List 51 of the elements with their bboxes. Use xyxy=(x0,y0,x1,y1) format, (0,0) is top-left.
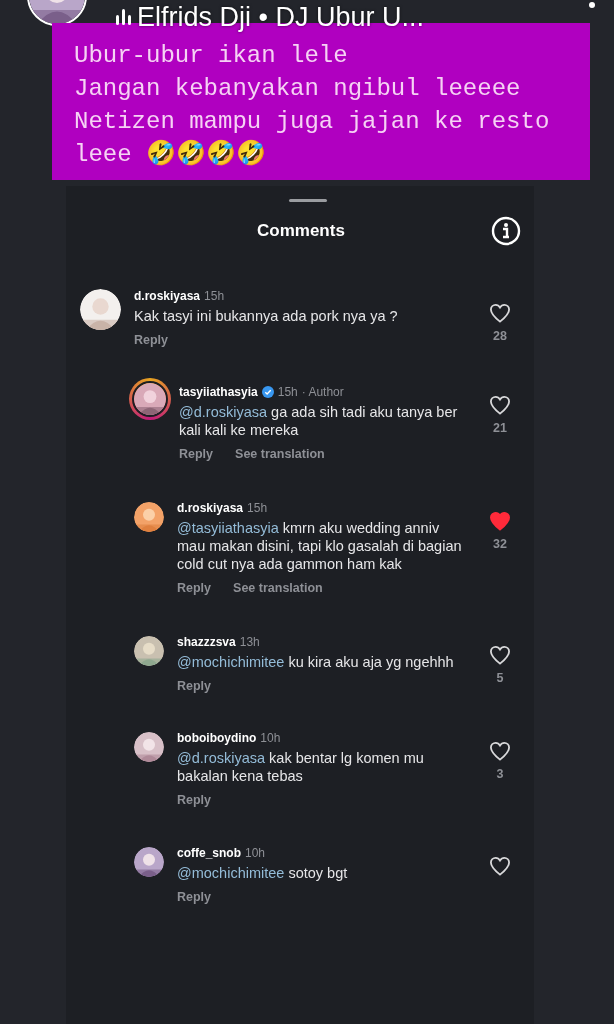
action-link[interactable]: See translation xyxy=(235,446,325,462)
comment-text: @tasyiiathasyia kmrn aku wedding anniv mau makan disini, tapi klo gasalah di bagian cold cut nya ada gammon ham kak xyxy=(177,519,463,573)
mention-link[interactable]: @d.roskiyasa xyxy=(177,750,266,766)
comment-time: 13h xyxy=(239,634,260,650)
mention-link[interactable]: @tasyiiathasyia xyxy=(177,520,279,536)
author-label: · Author xyxy=(301,384,344,400)
comment-time: 15h xyxy=(247,500,268,516)
heart-icon[interactable] xyxy=(489,645,511,665)
username[interactable]: tasyiiathasyia xyxy=(179,384,258,400)
comment-time: 10h xyxy=(260,730,281,746)
username[interactable]: coffe_snob xyxy=(177,845,241,861)
sheet-title: Comments xyxy=(257,220,345,242)
action-link[interactable]: Reply xyxy=(177,580,212,596)
action-link[interactable]: Reply xyxy=(134,332,169,348)
info-icon[interactable] xyxy=(491,216,521,246)
like-count: 28 xyxy=(493,328,507,345)
username[interactable]: shazzzsva xyxy=(177,634,236,650)
heart-icon[interactable] xyxy=(489,395,511,415)
username[interactable]: d.roskiyasa xyxy=(177,500,244,516)
comment-time: 10h xyxy=(245,845,266,861)
comment-text: @mochichimitee ku kira aku aja yg ngehhh xyxy=(177,653,455,671)
mention-link[interactable]: @mochichimitee xyxy=(177,654,285,670)
comment-text: @d.roskiyasa ga ada sih tadi aku tanya ber kali kali ke mereka xyxy=(179,403,459,439)
action-link[interactable]: Reply xyxy=(177,889,212,905)
caption-text: Jangan kebanyakan ngibul leeeee xyxy=(74,74,522,104)
caption-text: leee 🤣🤣🤣🤣 xyxy=(74,139,267,170)
username[interactable]: boboiboydino xyxy=(177,730,257,746)
comment-text: @d.roskiyasa kak bentar lg komen mu bakalan kena tebas xyxy=(177,749,425,785)
heart-icon[interactable] xyxy=(489,303,511,323)
like-count: 21 xyxy=(493,420,507,437)
filled-heart-icon[interactable] xyxy=(489,511,511,531)
action-link[interactable]: Reply xyxy=(177,792,212,808)
caption-text: Ubur-ubur ikan lele xyxy=(74,41,349,71)
audio-bars-icon xyxy=(116,9,131,25)
mention-link[interactable]: @d.roskiyasa xyxy=(179,404,268,420)
comment-text: @mochichimitee sotoy bgt xyxy=(177,864,349,882)
comment-text: Kak tasyi ini bukannya ada pork nya ya ? xyxy=(134,307,399,325)
comment-time: 15h xyxy=(204,288,225,304)
action-link[interactable]: See translation xyxy=(233,580,323,596)
action-link[interactable]: Reply xyxy=(179,446,214,462)
like-count: 32 xyxy=(493,536,507,553)
comment-time: 15h xyxy=(277,384,298,400)
action-link[interactable]: Reply xyxy=(177,678,212,694)
caption-text: Netizen mampu juga jajan ke resto xyxy=(74,107,551,137)
username[interactable]: d.roskiyasa xyxy=(134,288,201,304)
mention-link[interactable]: @mochichimitee xyxy=(177,865,285,881)
heart-icon[interactable] xyxy=(489,856,511,876)
heart-icon[interactable] xyxy=(489,741,511,761)
like-count: 3 xyxy=(496,766,504,783)
drag-handle[interactable] xyxy=(289,199,327,202)
like-count: 5 xyxy=(496,670,504,687)
